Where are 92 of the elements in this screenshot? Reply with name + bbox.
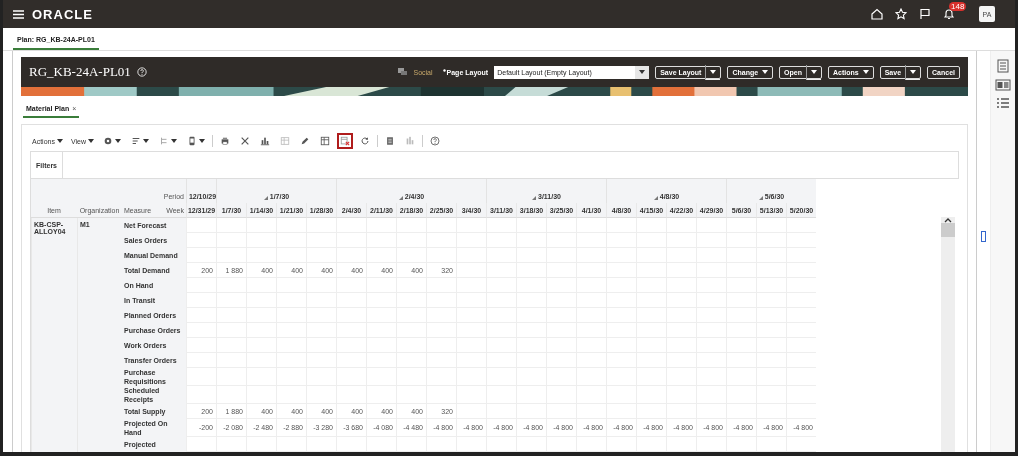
table-cell	[186, 218, 216, 233]
vertical-scrollbar[interactable]	[941, 217, 955, 452]
table-cell	[696, 437, 726, 452]
toolbar-button[interactable]	[427, 133, 443, 149]
caret-icon	[762, 70, 769, 74]
gear-icon	[103, 136, 113, 146]
table-cell	[666, 218, 696, 233]
collapse-icon[interactable]	[398, 196, 403, 200]
caret-icon	[143, 139, 149, 143]
table-cell	[756, 218, 786, 233]
table-delete-icon	[340, 136, 350, 146]
table-cell	[576, 437, 606, 452]
table-cell	[306, 437, 336, 452]
dropdown-caret-icon	[639, 70, 646, 74]
star-icon[interactable]	[895, 8, 907, 20]
table-cell	[186, 437, 216, 452]
bar-chart-icon	[260, 136, 270, 146]
caret-icon	[199, 139, 205, 143]
table-cell	[516, 437, 546, 452]
table-cell	[366, 218, 396, 233]
table-cell	[246, 218, 276, 233]
caret-icon	[862, 70, 869, 74]
scroll-up-icon[interactable]	[944, 217, 952, 223]
caret-icon	[710, 69, 717, 74]
collapse-icon[interactable]	[263, 196, 268, 200]
list-icon[interactable]	[996, 97, 1010, 109]
table-cell	[456, 218, 486, 233]
table-cell	[606, 437, 636, 452]
table-cell	[486, 437, 516, 452]
table-cell	[576, 218, 606, 233]
refresh-icon	[360, 136, 370, 146]
table-cell	[546, 218, 576, 233]
page-title: RG_KB-24A-PL01	[29, 64, 131, 80]
table-cell	[246, 437, 276, 452]
caret-icon	[115, 139, 121, 143]
help-icon[interactable]	[136, 67, 147, 77]
table-cell	[426, 437, 456, 452]
menu-icon[interactable]	[13, 9, 24, 19]
table-cell	[336, 218, 366, 233]
bell-icon[interactable]	[943, 8, 955, 20]
grid-chart-icon	[320, 136, 330, 146]
notification-badge: 148	[949, 2, 967, 11]
panel-handle[interactable]	[981, 231, 986, 242]
table-cell	[306, 218, 336, 233]
flag-icon[interactable]	[919, 8, 931, 20]
caret-icon	[56, 139, 63, 143]
table-cell	[276, 437, 306, 452]
table-cell	[666, 437, 696, 452]
table-cell	[366, 437, 396, 452]
table-cell	[636, 218, 666, 233]
table-cell	[276, 218, 306, 233]
document-icon[interactable]	[997, 59, 1009, 73]
table-cell	[396, 437, 426, 452]
table-icon	[280, 136, 290, 146]
table-cell	[726, 437, 756, 452]
layout-icon[interactable]	[995, 79, 1011, 91]
hierarchy-icon	[159, 136, 169, 146]
scroll-thumb[interactable]	[941, 223, 955, 237]
oracle-logo[interactable]: ORACLE	[32, 6, 93, 22]
table-cell	[216, 218, 246, 233]
caret-icon	[171, 139, 177, 143]
table-cell	[426, 218, 456, 233]
home-icon[interactable]	[871, 8, 883, 20]
phone-icon	[187, 136, 197, 146]
caret-icon	[88, 139, 94, 143]
pencil-icon	[300, 136, 310, 146]
table-cell	[606, 218, 636, 233]
table-cell	[726, 218, 756, 233]
table-cell	[636, 437, 666, 452]
toolbar-button[interactable]	[337, 133, 353, 149]
column-chart-icon	[405, 136, 415, 146]
collapse-icon[interactable]	[758, 196, 763, 200]
table-cell	[696, 218, 726, 233]
table-cell	[456, 437, 486, 452]
table-cell	[786, 437, 816, 452]
table-cell	[516, 218, 546, 233]
sort-icon	[131, 136, 141, 146]
caret-icon	[811, 69, 817, 74]
chat-icon[interactable]	[398, 68, 408, 76]
table-cell	[786, 218, 816, 233]
table-cell	[336, 437, 366, 452]
table-cell	[486, 218, 516, 233]
help-icon	[430, 136, 440, 146]
table-cell	[756, 437, 786, 452]
collapse-icon[interactable]	[653, 196, 658, 200]
collapse-icon[interactable]	[532, 196, 536, 200]
document-icon	[385, 136, 395, 146]
table-cell	[546, 437, 576, 452]
table-cell	[396, 218, 426, 233]
table-cell	[216, 437, 246, 452]
printer-icon	[220, 136, 230, 146]
caret-icon	[910, 69, 917, 74]
